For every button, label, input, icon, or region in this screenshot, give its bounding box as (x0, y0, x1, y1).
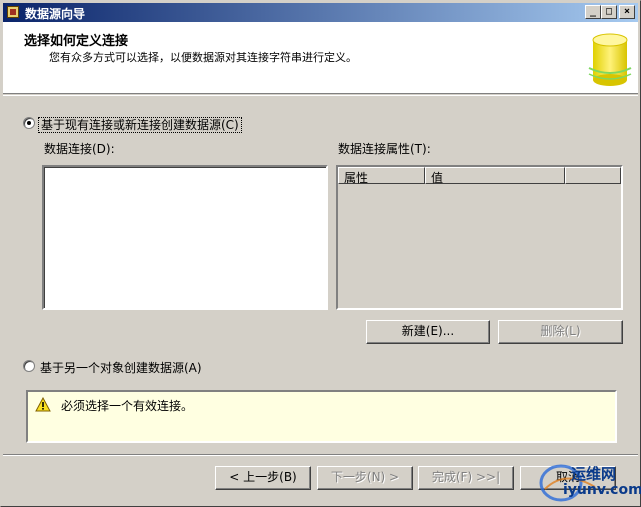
grid-header: 属性 值 (338, 167, 621, 185)
close-button[interactable]: × (619, 5, 635, 19)
app-icon (7, 6, 19, 18)
other-object-radio[interactable] (23, 360, 35, 372)
warning-text: 必须选择一个有效连接。 (61, 399, 194, 413)
watermark-line2: iyunv.com (563, 482, 641, 498)
delete-connection-button[interactable]: 删除(L) (498, 320, 623, 344)
wizard-header: 选择如何定义连接 您有众多方式可以选择，以便数据源对其连接字符串进行定义。 (3, 22, 638, 94)
maximize-button[interactable]: □ (601, 5, 617, 19)
page-title: 选择如何定义连接 (24, 34, 129, 49)
wizard-window: 数据源向导 _ □ × 选择如何定义连接 您有众多方式可以选择，以便数据源对其连… (0, 0, 641, 507)
header-divider (3, 95, 638, 96)
grid-column-property[interactable]: 属性 (338, 167, 425, 185)
title-bar[interactable]: 数据源向导 _ □ × (3, 3, 638, 22)
finish-button[interactable]: 完成(F) >>| (418, 466, 514, 490)
grid-column-value[interactable]: 值 (425, 167, 565, 185)
connection-properties-grid[interactable]: 属性 值 (336, 165, 623, 310)
warning-triangle-icon (35, 397, 51, 412)
site-watermark: 运维网 iyunv.com (535, 459, 641, 505)
grid-column-empty (565, 167, 621, 184)
minimize-button[interactable]: _ (585, 5, 601, 19)
next-button[interactable]: 下一步(N) > (317, 466, 413, 490)
other-object-label[interactable]: 基于另一个对象创建数据源(A) (40, 359, 202, 376)
data-connections-list[interactable] (42, 165, 328, 310)
data-connections-label: 数据连接(D): (44, 142, 115, 156)
page-subtitle: 您有众多方式可以选择，以便数据源对其连接字符串进行定义。 (49, 51, 357, 64)
validation-warning: 必须选择一个有效连接。 (26, 390, 617, 443)
existing-connection-label-text: 基于现有连接或新连接创建数据源(C) (38, 117, 242, 133)
existing-connection-label[interactable]: 基于现有连接或新连接创建数据源(C) (38, 116, 242, 133)
back-button[interactable]: < 上一步(B) (215, 466, 311, 490)
new-connection-button[interactable]: 新建(E)... (366, 320, 490, 344)
connection-properties-label: 数据连接属性(T): (338, 142, 431, 156)
footer-divider (3, 454, 638, 456)
watermark-line1: 运维网 (571, 465, 617, 483)
database-cylinder-icon (588, 33, 632, 86)
window-title: 数据源向导 (25, 7, 86, 21)
existing-connection-radio[interactable] (23, 117, 35, 129)
